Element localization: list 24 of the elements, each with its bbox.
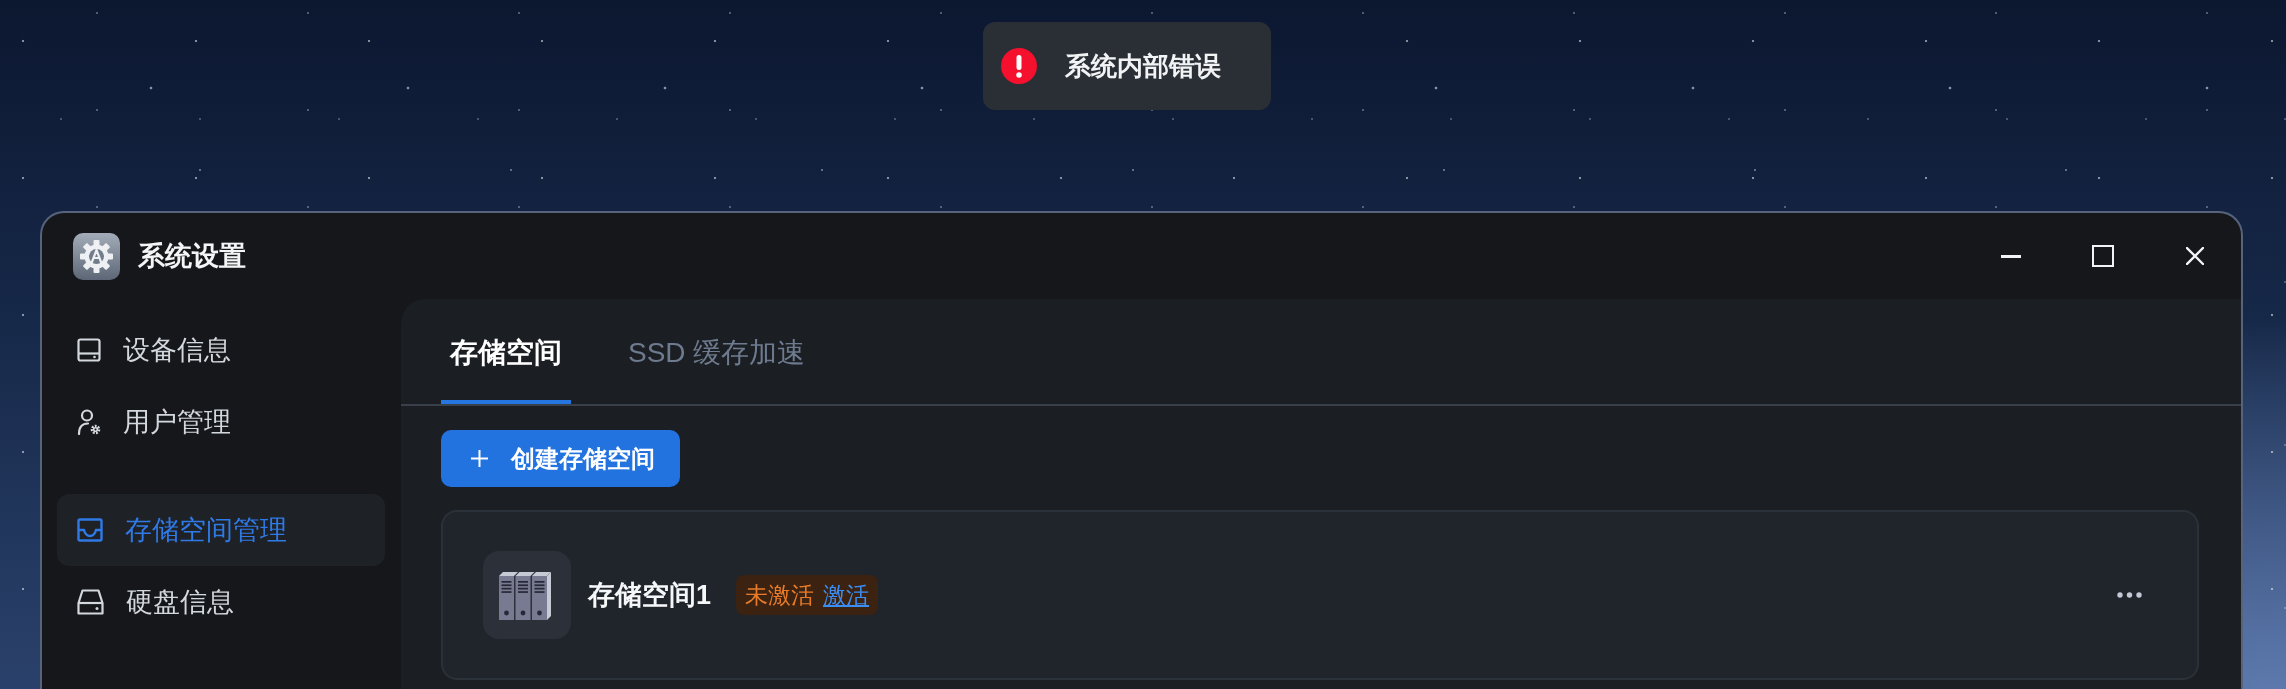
error-icon [1001, 48, 1037, 84]
activate-link[interactable]: 激活 [823, 577, 870, 613]
plus-icon [471, 450, 488, 467]
tab[interactable]: SSD 缓存加速 [619, 299, 815, 404]
device-icon [77, 338, 101, 362]
minimize-icon [2001, 254, 2021, 258]
close-icon [2186, 247, 2204, 265]
settings-icon [73, 232, 120, 280]
status-text: 未激活 [745, 580, 815, 610]
inbox-icon [77, 518, 103, 542]
maximize-icon [2092, 245, 2114, 267]
toast-message: 系统内部错误 [1065, 49, 1221, 83]
hard-drive-icon [77, 589, 104, 615]
sidebar-item[interactable]: 设备信息 [57, 314, 385, 386]
server-icon [483, 551, 571, 639]
user-gear-icon [77, 409, 101, 435]
sidebar-item[interactable]: 硬盘信息 [57, 566, 385, 638]
window-title: 系统设置 [138, 239, 246, 273]
sidebar-item[interactable]: 用户管理 [57, 386, 385, 458]
tab[interactable]: 存储空间 [441, 299, 571, 404]
storage-name: 存储空间1 [588, 578, 712, 612]
create-button[interactable]: 创建存储空间 [441, 430, 680, 487]
more-icon [2116, 592, 2142, 598]
sidebar-item[interactable]: 存储空间管理 [57, 494, 385, 566]
